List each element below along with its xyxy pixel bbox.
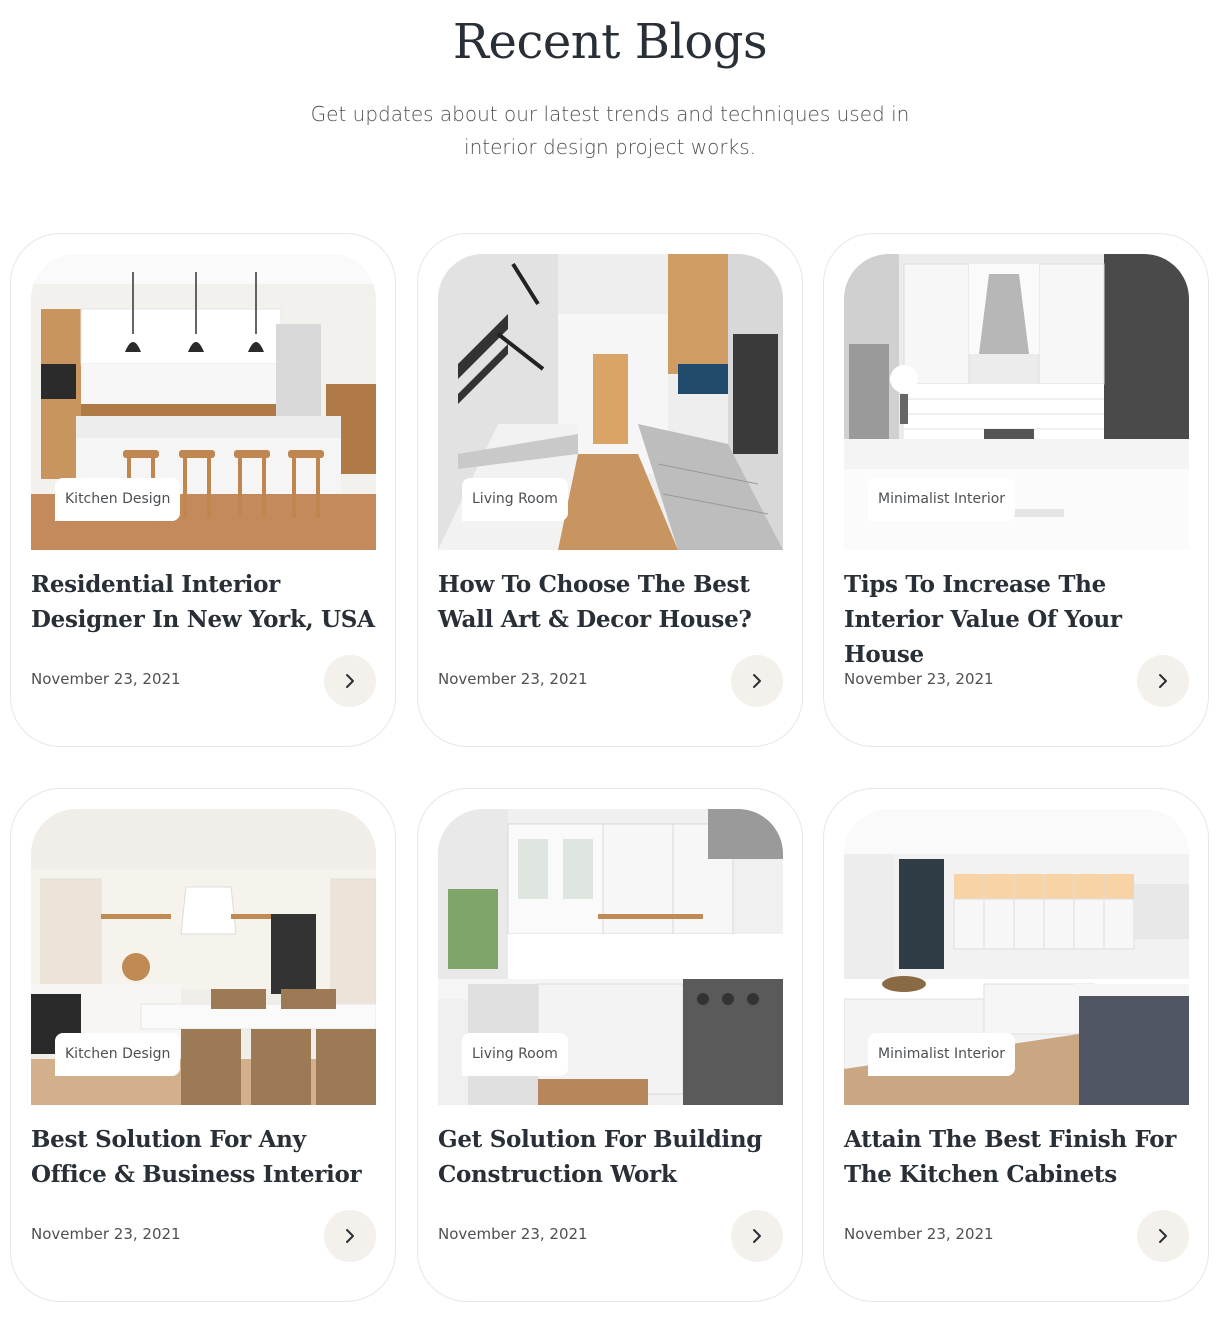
blog-date: November 23, 2021 [844,1225,994,1243]
section-title: Recent Blogs [452,14,768,70]
blog-card[interactable]: Minimalist Interior Tips To Increase The… [823,233,1209,747]
chevron-right-icon [346,674,354,688]
read-more-button[interactable] [731,1210,783,1262]
category-tag[interactable]: Minimalist Interior [868,1033,1016,1076]
chevron-right-icon [753,674,761,688]
category-tag[interactable]: Minimalist Interior [868,478,1016,521]
blog-card[interactable]: Living Room Get Solution For Building Co… [417,788,803,1302]
blog-date: November 23, 2021 [844,670,994,688]
section-subtitle: Get updates about our latest trends and … [310,102,910,159]
read-more-button[interactable] [324,655,376,707]
blog-title[interactable]: Attain The Best Finish For The Kitchen C… [844,1122,1194,1192]
blog-title[interactable]: How To Choose The Best Wall Art & Decor … [438,567,788,637]
blog-date: November 23, 2021 [31,1225,181,1243]
category-tag[interactable]: Living Room [462,1033,568,1076]
category-tag[interactable]: Living Room [462,478,568,521]
blog-title[interactable]: Best Solution For Any Office & Business … [31,1122,381,1192]
blog-card[interactable]: Kitchen Design Residential Interior Desi… [10,233,396,747]
chevron-right-icon [1159,674,1167,688]
blog-card[interactable]: Minimalist Interior Attain The Best Fini… [823,788,1209,1302]
chevron-right-icon [1159,1229,1167,1243]
read-more-button[interactable] [1137,1210,1189,1262]
chevron-right-icon [753,1229,761,1243]
blog-card[interactable]: Kitchen Design Best Solution For Any Off… [10,788,396,1302]
read-more-button[interactable] [324,1210,376,1262]
blog-title[interactable]: Tips To Increase The Interior Value Of Y… [844,567,1194,672]
category-tag[interactable]: Kitchen Design [55,1033,181,1076]
blog-date: November 23, 2021 [31,670,181,688]
blog-title[interactable]: Residential Interior Designer In New Yor… [31,567,381,637]
blog-date: November 23, 2021 [438,1225,588,1243]
read-more-button[interactable] [1137,655,1189,707]
blog-card[interactable]: Living Room How To Choose The Best Wall … [417,233,803,747]
chevron-right-icon [346,1229,354,1243]
blog-date: November 23, 2021 [438,670,588,688]
category-tag[interactable]: Kitchen Design [55,478,181,521]
blog-title[interactable]: Get Solution For Building Construction W… [438,1122,788,1192]
read-more-button[interactable] [731,655,783,707]
